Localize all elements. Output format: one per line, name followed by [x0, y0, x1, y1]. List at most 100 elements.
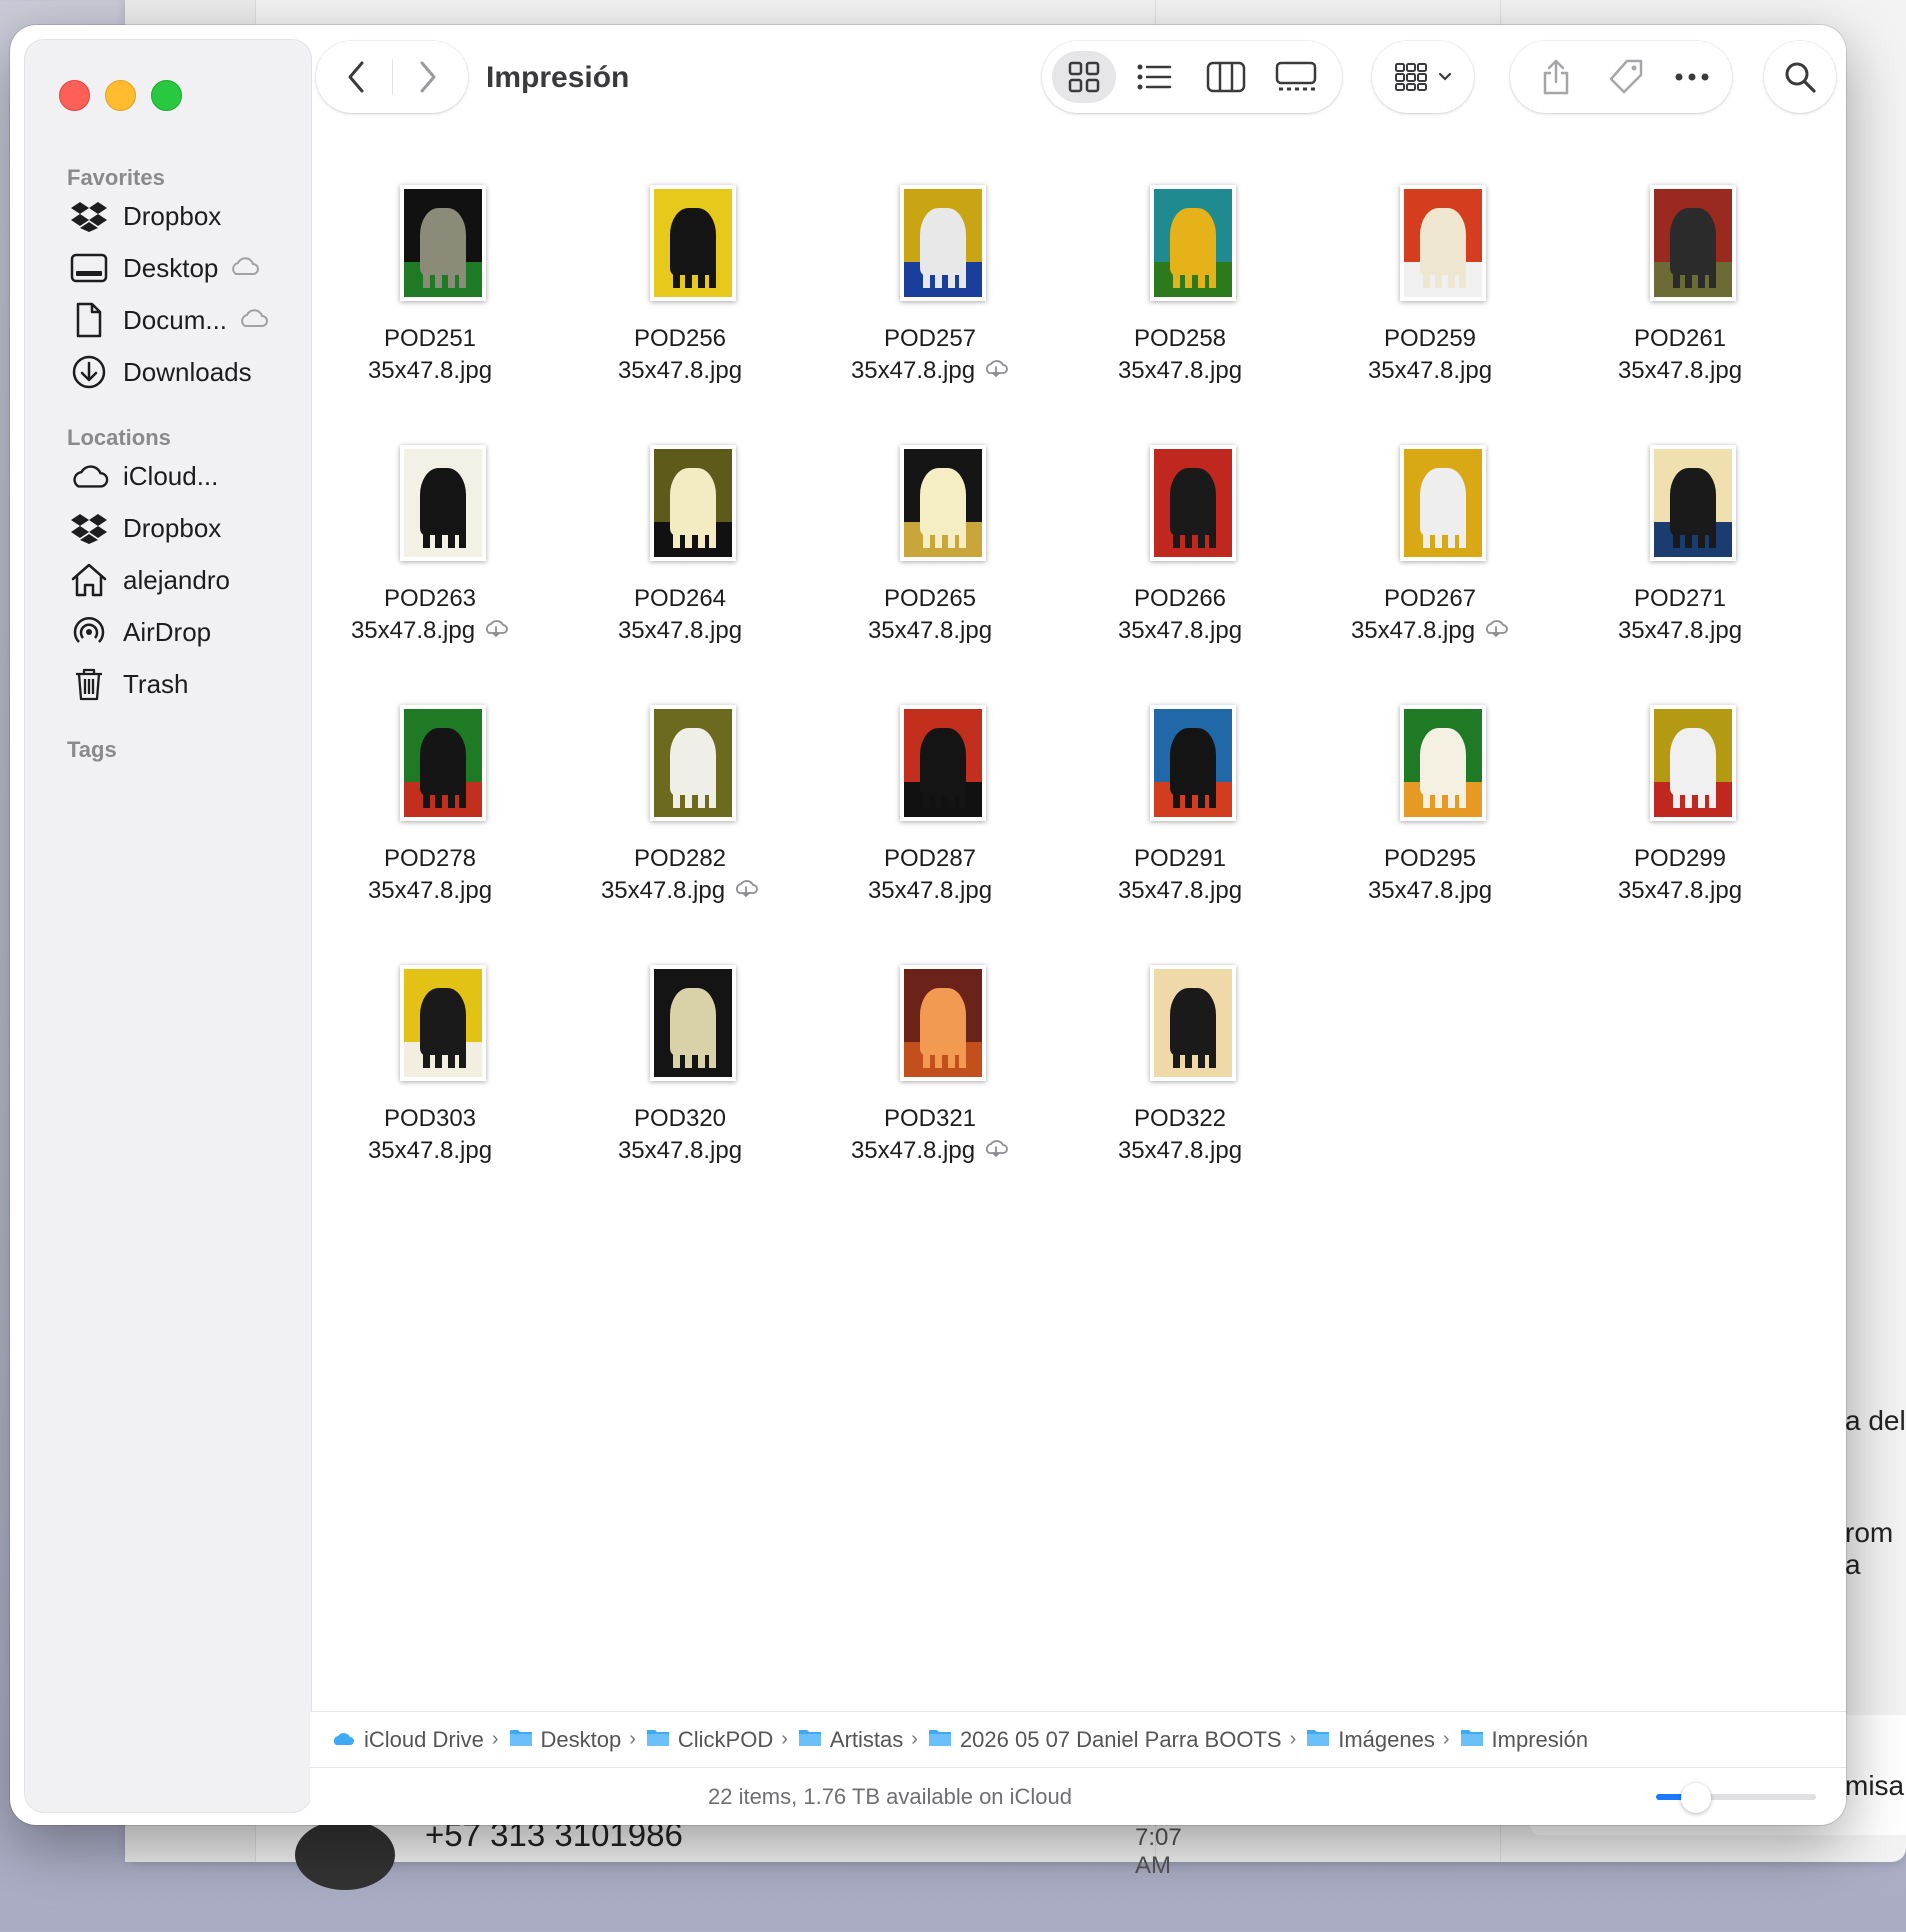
file-item[interactable]: POD266 35x47.8.jpg: [1060, 445, 1300, 675]
file-name-line2: 35x47.8.jpg: [367, 877, 493, 904]
list-view-button[interactable]: [1122, 51, 1186, 103]
file-item[interactable]: POD261 35x47.8.jpg: [1560, 185, 1800, 415]
file-name: POD282 35x47.8.jpg: [560, 843, 800, 907]
sidebar-item-documents[interactable]: Docum...: [57, 294, 297, 346]
file-item[interactable]: POD322 35x47.8.jpg: [1060, 965, 1300, 1195]
file-item[interactable]: POD257 35x47.8.jpg: [810, 185, 1050, 415]
breadcrumb-label: ClickPOD: [677, 1726, 774, 1752]
file-thumbnail: [1400, 185, 1486, 301]
slider-knob[interactable]: [1681, 1783, 1711, 1813]
file-name: POD265 35x47.8.jpg: [810, 583, 1050, 647]
sidebar-item-label: Desktop: [123, 252, 219, 283]
share-button[interactable]: [1534, 57, 1578, 97]
breadcrumb-item[interactable]: iCloud Drive: [330, 1727, 484, 1753]
sidebar-item-home[interactable]: alejandro: [57, 554, 297, 606]
tag-button[interactable]: [1604, 57, 1648, 97]
zoom-button[interactable]: [151, 80, 182, 111]
file-name-line2: 35x47.8.jpg: [1617, 877, 1743, 904]
file-item[interactable]: POD278 35x47.8.jpg: [310, 705, 550, 935]
breadcrumb-item[interactable]: Imágenes: [1306, 1727, 1435, 1753]
icon-view-button[interactable]: [1052, 51, 1116, 103]
file-name: POD266 35x47.8.jpg: [1060, 583, 1300, 647]
file-name-line1: POD259: [1383, 325, 1477, 352]
breadcrumb-item[interactable]: Impresión: [1460, 1727, 1588, 1753]
cloud-download-icon[interactable]: [483, 615, 509, 647]
icon-size-slider[interactable]: [1656, 1783, 1816, 1813]
file-name-line1: POD299: [1633, 845, 1727, 872]
file-item[interactable]: POD320 35x47.8.jpg: [560, 965, 800, 1195]
file-thumbnail: [1650, 445, 1736, 561]
file-item[interactable]: POD291 35x47.8.jpg: [1060, 705, 1300, 935]
sidebar-section-tags: Tags: [67, 737, 117, 762]
back-button[interactable]: [336, 57, 376, 97]
navigation-group: [316, 41, 468, 113]
cloud-download-icon[interactable]: [1483, 615, 1509, 647]
file-item[interactable]: POD271 35x47.8.jpg: [1560, 445, 1800, 675]
file-thumbnail: [1650, 705, 1736, 821]
file-item[interactable]: POD256 35x47.8.jpg: [560, 185, 800, 415]
file-name-line1: POD257: [883, 325, 977, 352]
file-item[interactable]: POD303 35x47.8.jpg: [310, 965, 550, 1195]
cloud-download-icon[interactable]: [983, 1135, 1009, 1167]
sidebar-item-trash[interactable]: Trash: [57, 658, 297, 710]
file-item[interactable]: POD295 35x47.8.jpg: [1310, 705, 1550, 935]
sidebar-item-downloads[interactable]: Downloads: [57, 346, 297, 398]
file-thumbnail: [1150, 965, 1236, 1081]
file-thumbnail: [900, 445, 986, 561]
search-button[interactable]: [1764, 41, 1836, 113]
close-button[interactable]: [59, 80, 90, 111]
file-name: POD267 35x47.8.jpg: [1310, 583, 1550, 647]
downloads-icon: [69, 352, 109, 392]
sidebar-item-icloud[interactable]: iCloud...: [57, 450, 297, 502]
file-name-line2: 35x47.8.jpg: [1117, 617, 1243, 644]
file-item[interactable]: POD299 35x47.8.jpg: [1560, 705, 1800, 935]
file-item[interactable]: POD321 35x47.8.jpg: [810, 965, 1050, 1195]
grid-icon: [1068, 61, 1100, 93]
folder-icon: [1306, 1727, 1330, 1753]
file-item[interactable]: POD258 35x47.8.jpg: [1060, 185, 1300, 415]
breadcrumb-separator-icon: ›: [911, 1728, 918, 1750]
file-name-line1: POD267: [1383, 585, 1477, 612]
file-name-line2: 35x47.8.jpg: [1117, 877, 1243, 904]
cloud-download-icon[interactable]: [983, 355, 1009, 387]
column-view-button[interactable]: [1194, 51, 1258, 103]
file-item[interactable]: POD264 35x47.8.jpg: [560, 445, 800, 675]
minimize-button[interactable]: [105, 80, 136, 111]
file-item[interactable]: POD282 35x47.8.jpg: [560, 705, 800, 935]
breadcrumb-item[interactable]: ClickPOD: [646, 1727, 773, 1753]
file-name-line1: POD295: [1383, 845, 1477, 872]
sidebar-item-dropbox-location[interactable]: Dropbox: [57, 502, 297, 554]
file-item[interactable]: POD251 35x47.8.jpg: [310, 185, 550, 415]
file-name-line2: 35x47.8.jpg: [617, 357, 743, 384]
group-by-button[interactable]: [1372, 41, 1474, 113]
file-thumbnail: [1150, 705, 1236, 821]
sidebar-item-dropbox[interactable]: Dropbox: [57, 190, 297, 242]
file-name: POD263 35x47.8.jpg: [310, 583, 550, 647]
ellipsis-icon: [1675, 73, 1709, 81]
cloud-download-icon[interactable]: [733, 875, 759, 907]
file-name: POD251 35x47.8.jpg: [310, 323, 550, 387]
columns-icon: [1206, 61, 1246, 93]
breadcrumb-item[interactable]: Artistas: [798, 1727, 903, 1753]
file-name: POD264 35x47.8.jpg: [560, 583, 800, 647]
sidebar-item-airdrop[interactable]: AirDrop: [57, 606, 297, 658]
gallery-view-button[interactable]: [1264, 51, 1328, 103]
background-text: rom a: [1845, 1517, 1894, 1580]
forward-button[interactable]: [408, 57, 448, 97]
file-thumbnail: [650, 965, 736, 1081]
sidebar-item-label: Dropbox: [123, 200, 222, 231]
file-name: POD320 35x47.8.jpg: [560, 1103, 800, 1167]
file-item[interactable]: POD267 35x47.8.jpg: [1310, 445, 1550, 675]
more-button[interactable]: [1670, 57, 1714, 97]
breadcrumb-item[interactable]: 2026 05 07 Daniel Parra BOOTS: [928, 1727, 1282, 1753]
sidebar-item-desktop[interactable]: Desktop: [57, 242, 297, 294]
desktop-icon: [69, 248, 109, 288]
file-name: POD295 35x47.8.jpg: [1310, 843, 1550, 907]
breadcrumb-item[interactable]: Desktop: [509, 1727, 621, 1753]
file-item[interactable]: POD259 35x47.8.jpg: [1310, 185, 1550, 415]
sidebar-section-favorites: Favorites: [67, 165, 165, 190]
airdrop-icon: [69, 612, 109, 652]
file-item[interactable]: POD287 35x47.8.jpg: [810, 705, 1050, 935]
file-item[interactable]: POD263 35x47.8.jpg: [310, 445, 550, 675]
file-item[interactable]: POD265 35x47.8.jpg: [810, 445, 1050, 675]
